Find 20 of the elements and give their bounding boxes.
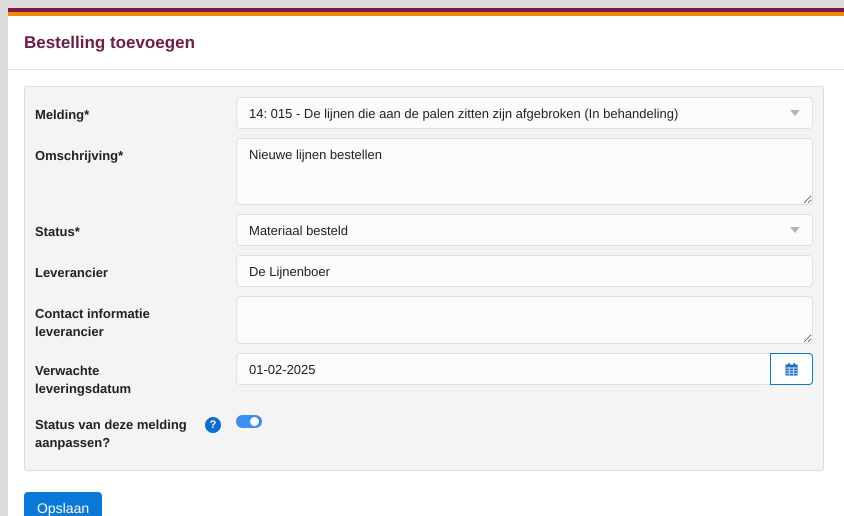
field-label: Status van deze melding aanpassen?	[35, 416, 188, 452]
toggle-switch[interactable]	[236, 415, 262, 428]
caret-icon	[790, 227, 800, 233]
select-field[interactable]: 14: 015 - De lijnen die aan de palen zitten zijn afgebroken (In behandeling)	[236, 97, 813, 129]
field-label: Verwachte leveringsdatum	[35, 362, 132, 398]
text-area[interactable]: Nieuwe lijnen bestellen	[236, 138, 813, 205]
date-field[interactable]: 01-02-2025	[236, 353, 770, 385]
caret-icon	[790, 110, 800, 116]
input-field[interactable]: De Lijnenboer	[236, 255, 813, 287]
field-label: Status*	[35, 223, 80, 241]
field-label: Contact informatie leverancier	[35, 305, 151, 341]
help-icon[interactable]: ?	[205, 417, 221, 433]
field-label: Leverancier	[35, 264, 108, 282]
field-label: Omschrijving*	[35, 147, 124, 165]
select-field[interactable]: Materiaal besteld	[236, 214, 813, 246]
calendar-icon	[785, 362, 798, 376]
field-label: Melding*	[35, 106, 90, 124]
calendar-button[interactable]	[770, 353, 813, 385]
page-title: Bestelling toevoegen	[23, 32, 196, 54]
save-button[interactable]: Opslaan	[24, 492, 102, 516]
